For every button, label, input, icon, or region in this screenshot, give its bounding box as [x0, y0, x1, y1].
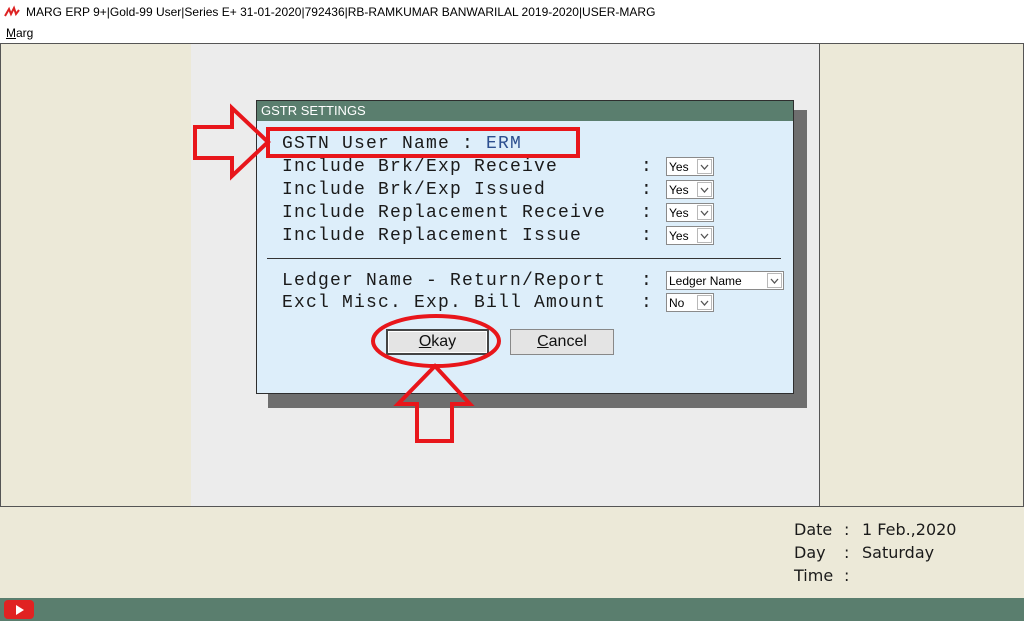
- time-row: Time:: [794, 566, 862, 585]
- option-label-brk-exp-receive: Include Brk/Exp Receive: [282, 157, 559, 177]
- ledger-name-select[interactable]: Ledger Name: [666, 271, 784, 290]
- option-label-brk-exp-issued: Include Brk/Exp Issued: [282, 180, 547, 200]
- info-panel: Date:1 Feb.,2020 Day: Saturday Time:: [0, 506, 1024, 598]
- brk-exp-receive-select[interactable]: Yes: [666, 157, 714, 176]
- select-value: Yes: [669, 228, 689, 243]
- gstn-user-name-label: GSTN User Name: [282, 134, 451, 154]
- colon: :: [641, 157, 652, 177]
- date-label: Date: [794, 520, 833, 539]
- option-label-replacement-receive: Include Replacement Receive: [282, 203, 607, 223]
- chevron-down-icon[interactable]: [767, 273, 782, 288]
- gstn-user-name-row: GSTN User Name : ERM: [282, 134, 522, 154]
- brk-exp-issued-select[interactable]: Yes: [666, 180, 714, 199]
- left-panel: [0, 43, 192, 507]
- status-bar: [0, 598, 1024, 621]
- window-title: MARG ERP 9+|Gold-99 User|Series E+ 31-01…: [26, 5, 656, 19]
- chevron-down-icon[interactable]: [697, 228, 712, 243]
- cancel-label: ancel: [548, 333, 587, 350]
- excl-misc-exp-select[interactable]: No: [666, 293, 714, 312]
- okay-button[interactable]: Okay: [386, 329, 489, 355]
- date-value: 1 Feb.,2020: [862, 520, 957, 539]
- menu-item-marg[interactable]: Marg: [6, 26, 33, 40]
- chevron-down-icon[interactable]: [697, 205, 712, 220]
- gstn-user-name-sep: :: [450, 134, 487, 154]
- cancel-accel: C: [537, 333, 549, 350]
- day-label: Day: [794, 543, 826, 562]
- colon: :: [641, 293, 652, 313]
- date-row: Date:1 Feb.,2020: [794, 520, 956, 539]
- youtube-play-icon[interactable]: [4, 600, 34, 619]
- ledger-name-label: Ledger Name - Return/Report: [282, 271, 607, 291]
- menu-item-label: arg: [16, 26, 34, 40]
- replacement-issue-select[interactable]: Yes: [666, 226, 714, 245]
- select-value: Yes: [669, 182, 689, 197]
- select-value: Yes: [669, 205, 689, 220]
- dialog-title: GSTR SETTINGS: [257, 101, 793, 121]
- select-value: No: [669, 295, 685, 310]
- day-value: Saturday: [862, 543, 935, 562]
- colon: :: [844, 520, 850, 539]
- colon: :: [641, 226, 652, 246]
- gstn-user-name-value[interactable]: ERM: [486, 134, 522, 154]
- colon: :: [844, 566, 850, 585]
- colon: :: [641, 271, 652, 291]
- replacement-receive-select[interactable]: Yes: [666, 203, 714, 222]
- colon: :: [844, 543, 850, 562]
- colon: :: [641, 180, 652, 200]
- select-value: Yes: [669, 159, 689, 174]
- option-label-replacement-issue: Include Replacement Issue: [282, 226, 583, 246]
- okay-label: kay: [431, 333, 457, 350]
- okay-accel: O: [418, 333, 432, 350]
- section-divider: [267, 258, 781, 259]
- chevron-down-icon[interactable]: [697, 159, 712, 174]
- excl-misc-exp-label: Excl Misc. Exp. Bill Amount: [282, 293, 607, 313]
- menu-bar: Marg: [0, 24, 1024, 43]
- window-titlebar: MARG ERP 9+|Gold-99 User|Series E+ 31-01…: [0, 0, 1024, 24]
- colon: :: [641, 203, 652, 223]
- marg-logo-icon: [4, 5, 20, 17]
- cancel-button[interactable]: Cancel: [510, 329, 614, 355]
- gstr-settings-dialog: GSTR SETTINGS GSTN User Name : ERM Inclu…: [256, 100, 794, 394]
- chevron-down-icon[interactable]: [697, 182, 712, 197]
- right-panel: [819, 43, 1024, 507]
- play-triangle: [16, 604, 24, 615]
- menu-item-accel: M: [6, 26, 16, 40]
- select-value: Ledger Name: [669, 273, 742, 288]
- chevron-down-icon[interactable]: [697, 295, 712, 310]
- time-label: Time: [794, 566, 834, 585]
- day-row: Day: Saturday: [794, 543, 934, 562]
